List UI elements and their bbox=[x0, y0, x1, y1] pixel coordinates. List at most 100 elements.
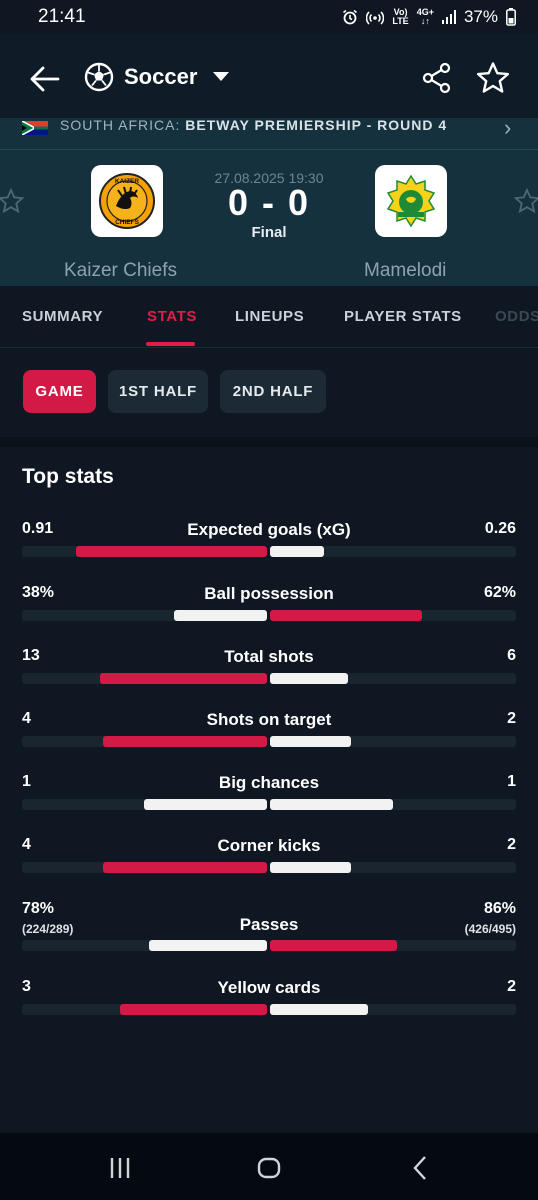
home-team-name[interactable]: Kaizer Chiefs bbox=[64, 260, 177, 282]
stat-row: 0.91 Expected goals (xG) 0.26 bbox=[22, 520, 516, 570]
home-icon[interactable] bbox=[254, 1153, 284, 1183]
sport-selector-title[interactable]: Soccer bbox=[124, 64, 197, 90]
stat-label: Shots on target bbox=[206, 710, 332, 729]
stat-home-track bbox=[22, 940, 267, 951]
league-name: BETWAY PREMIERSHIP - ROUND 4 bbox=[185, 118, 448, 133]
stat-away-track bbox=[270, 546, 516, 557]
stat-away-bar bbox=[270, 940, 397, 951]
stat-label: Yellow cards bbox=[217, 978, 321, 997]
data-indicator: 4G+ ↓↑ bbox=[417, 8, 434, 26]
league-row[interactable]: SOUTH AFRICA: BETWAY PREMIERSHIP - ROUND… bbox=[0, 118, 538, 150]
stat-label: Total shots bbox=[224, 647, 314, 666]
stat-away-value: 86% bbox=[483, 900, 516, 917]
stat-away-value: 62% bbox=[483, 584, 516, 601]
stat-away-bar bbox=[270, 736, 351, 747]
south-africa-flag-icon bbox=[22, 121, 48, 135]
status-bar: 21:41 Vo) LTE 4G+ ↓↑ 37% bbox=[0, 0, 538, 34]
match-tabs: SUMMARY STATS LINEUPS PLAYER STATS ODDS bbox=[0, 286, 538, 348]
stat-away-value: 6 bbox=[507, 647, 516, 664]
stat-away-track bbox=[270, 673, 516, 684]
battery-level: 37% bbox=[463, 7, 498, 26]
stat-home-bar bbox=[144, 799, 267, 810]
stat-away-bar bbox=[270, 862, 351, 873]
hotspot-icon bbox=[366, 11, 385, 25]
stat-home-bar bbox=[103, 862, 267, 873]
stat-home-bar bbox=[149, 940, 267, 951]
stat-home-track bbox=[22, 610, 267, 621]
stat-home-detail: (224/289) bbox=[22, 922, 74, 936]
away-team-name[interactable]: Mamelodi bbox=[364, 260, 446, 282]
stat-away-track bbox=[270, 799, 516, 810]
stat-row: 38% Ball possession 62% bbox=[22, 584, 516, 634]
stat-away-bar bbox=[270, 799, 393, 810]
period-1st-half-button[interactable]: 1ST HALF bbox=[108, 370, 208, 413]
stat-away-track bbox=[270, 940, 516, 951]
stat-label: Ball possession bbox=[204, 584, 334, 603]
volte-bottom-label: LTE bbox=[392, 16, 409, 26]
recent-apps-icon[interactable] bbox=[105, 1153, 135, 1183]
tab-odds[interactable]: ODDS bbox=[495, 308, 538, 325]
stat-home-bar bbox=[100, 673, 267, 684]
signal-icon bbox=[441, 10, 456, 24]
stat-away-detail: (426/495) bbox=[464, 922, 516, 936]
stat-row: 78% Passes 86% (224/289) (426/495) bbox=[22, 900, 516, 951]
stat-label: Corner kicks bbox=[217, 836, 321, 855]
alarm-icon bbox=[343, 9, 358, 25]
soccer-ball-icon[interactable] bbox=[84, 62, 114, 92]
stat-home-track bbox=[22, 799, 267, 810]
back-icon[interactable] bbox=[406, 1153, 436, 1183]
match-score: 0 - 0 bbox=[227, 182, 311, 223]
chevron-down-icon[interactable] bbox=[213, 72, 229, 81]
back-arrow-icon[interactable] bbox=[28, 62, 62, 96]
period-2nd-half-button[interactable]: 2ND HALF bbox=[220, 370, 326, 413]
stat-away-value: 1 bbox=[507, 773, 516, 790]
tab-stats[interactable]: STATS bbox=[147, 308, 197, 325]
period-selector: GAME 1ST HALF 2ND HALF bbox=[0, 349, 538, 437]
stat-label: Big chances bbox=[218, 773, 320, 792]
match-status: Final bbox=[251, 224, 287, 241]
share-icon[interactable] bbox=[421, 62, 453, 94]
tab-player-stats[interactable]: PLAYER STATS bbox=[344, 308, 462, 325]
stat-away-bar bbox=[270, 673, 348, 684]
stat-away-bar bbox=[270, 610, 422, 621]
stat-away-track bbox=[270, 862, 516, 873]
stat-away-track bbox=[270, 736, 516, 747]
stat-home-bar bbox=[174, 610, 267, 621]
stat-home-track bbox=[22, 546, 267, 557]
stat-away-value: 2 bbox=[507, 710, 516, 727]
stat-away-track bbox=[270, 1004, 516, 1015]
league-title: SOUTH AFRICA: BETWAY PREMIERSHIP - ROUND… bbox=[60, 118, 447, 133]
stat-row: 1 Big chances 1 bbox=[22, 773, 516, 823]
stat-row: 3 Yellow cards 2 bbox=[22, 978, 516, 1028]
stat-row: 4 Shots on target 2 bbox=[22, 710, 516, 760]
tab-summary[interactable]: SUMMARY bbox=[22, 308, 103, 325]
stat-away-bar bbox=[270, 1004, 368, 1015]
stat-row: 13 Total shots 6 bbox=[22, 647, 516, 697]
stat-away-value: 0.26 bbox=[484, 520, 516, 537]
section-divider bbox=[0, 437, 538, 447]
stat-away-value: 2 bbox=[507, 836, 516, 853]
stat-label: Passes bbox=[239, 915, 299, 934]
section-title: Top stats bbox=[22, 465, 114, 488]
stat-home-track bbox=[22, 673, 267, 684]
stat-home-track bbox=[22, 1004, 267, 1015]
match-header: SOUTH AFRICA: BETWAY PREMIERSHIP - ROUND… bbox=[0, 118, 538, 286]
tab-lineups[interactable]: LINEUPS bbox=[235, 308, 304, 325]
stat-away-value: 2 bbox=[507, 978, 516, 995]
status-time: 21:41 bbox=[38, 6, 86, 27]
stat-row: 4 Corner kicks 2 bbox=[22, 836, 516, 886]
stat-label: Expected goals (xG) bbox=[187, 520, 351, 539]
battery-icon bbox=[506, 8, 516, 26]
stat-away-track bbox=[270, 610, 516, 621]
chevron-right-icon: › bbox=[504, 118, 512, 140]
app-header: Soccer bbox=[0, 34, 538, 122]
status-icons: Vo) LTE 4G+ ↓↑ 37% bbox=[342, 7, 516, 27]
stat-home-bar bbox=[76, 546, 267, 557]
league-country: SOUTH AFRICA: bbox=[60, 118, 181, 133]
stat-home-track bbox=[22, 736, 267, 747]
data-arrows-icon: ↓↑ bbox=[420, 16, 430, 26]
star-icon[interactable] bbox=[476, 61, 510, 95]
stat-home-bar bbox=[120, 1004, 267, 1015]
period-game-button[interactable]: GAME bbox=[23, 370, 96, 413]
stat-home-track bbox=[22, 862, 267, 873]
